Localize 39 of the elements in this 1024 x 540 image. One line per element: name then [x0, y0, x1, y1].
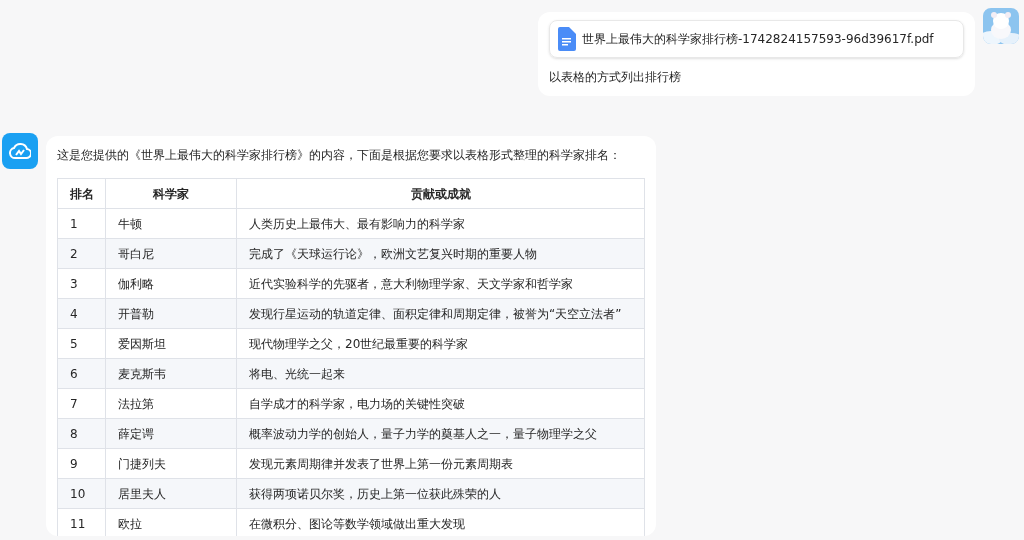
table-cell: 4 — [57, 298, 106, 329]
column-header: 贡献或成就 — [236, 178, 645, 209]
table-cell: 3 — [57, 268, 106, 299]
table-cell: 门捷列夫 — [105, 448, 237, 479]
table-cell: 7 — [57, 388, 106, 419]
table-cell: 伽利略 — [105, 268, 237, 299]
message-text: 以表格的方式列出排行榜 — [549, 69, 682, 86]
message-text: 这是您提供的《世界上最伟大的科学家排行榜》的内容，下面是根据您要求以表格形式整理的科学家排名： — [57, 147, 622, 164]
table-cell: 10 — [57, 478, 106, 509]
table-cell: 麦克斯韦 — [105, 358, 237, 389]
table-cell: 人类历史上最伟大、最有影响力的科学家 — [236, 208, 645, 239]
table-cell: 2 — [57, 238, 106, 269]
table-cell: 1 — [57, 208, 106, 239]
table-cell: 居里夫人 — [105, 478, 237, 509]
file-attachment[interactable]: 世界上最伟大的科学家排行榜-1742824157593-96d39617f.pdf — [549, 20, 964, 58]
table-cell: 法拉第 — [105, 388, 237, 419]
table-cell: 哥白尼 — [105, 238, 237, 269]
document-icon — [558, 27, 576, 51]
table-cell: 开普勒 — [105, 298, 237, 329]
table-cell: 发现元素周期律并发表了世界上第一份元素周期表 — [236, 448, 645, 479]
table-cell: 8 — [57, 418, 106, 449]
table-cell: 现代物理学之父，20世纪最重要的科学家 — [236, 328, 645, 359]
table-cell: 发现行星运动的轨道定律、面积定律和周期定律，被誉为“天空立法者” — [236, 298, 645, 329]
table-cell: 11 — [57, 508, 106, 536]
table-cell: 概率波动力学的创始人，量子力学的奠基人之一，量子物理学之父 — [236, 418, 645, 449]
table-cell: 完成了《天球运行论》，欧洲文艺复兴时期的重要人物 — [236, 238, 645, 269]
table-cell: 爱因斯坦 — [105, 328, 237, 359]
table-cell: 薛定谔 — [105, 418, 237, 449]
table-cell: 5 — [57, 328, 106, 359]
table-cell: 近代实验科学的先驱者，意大利物理学家、天文学家和哲学家 — [236, 268, 645, 299]
column-header: 排名 — [57, 178, 106, 209]
table-cell: 自学成才的科学家，电力场的关键性突破 — [236, 388, 645, 419]
table-cell: 牛顿 — [105, 208, 237, 239]
table-cell: 6 — [57, 358, 106, 389]
file-name: 世界上最伟大的科学家排行榜-1742824157593-96d39617f.pdf — [582, 31, 934, 48]
table-cell: 9 — [57, 448, 106, 479]
column-header: 科学家 — [105, 178, 237, 209]
table-cell: 获得两项诺贝尔奖，历史上第一位获此殊荣的人 — [236, 478, 645, 509]
table-cell: 将电、光统一起来 — [236, 358, 645, 389]
